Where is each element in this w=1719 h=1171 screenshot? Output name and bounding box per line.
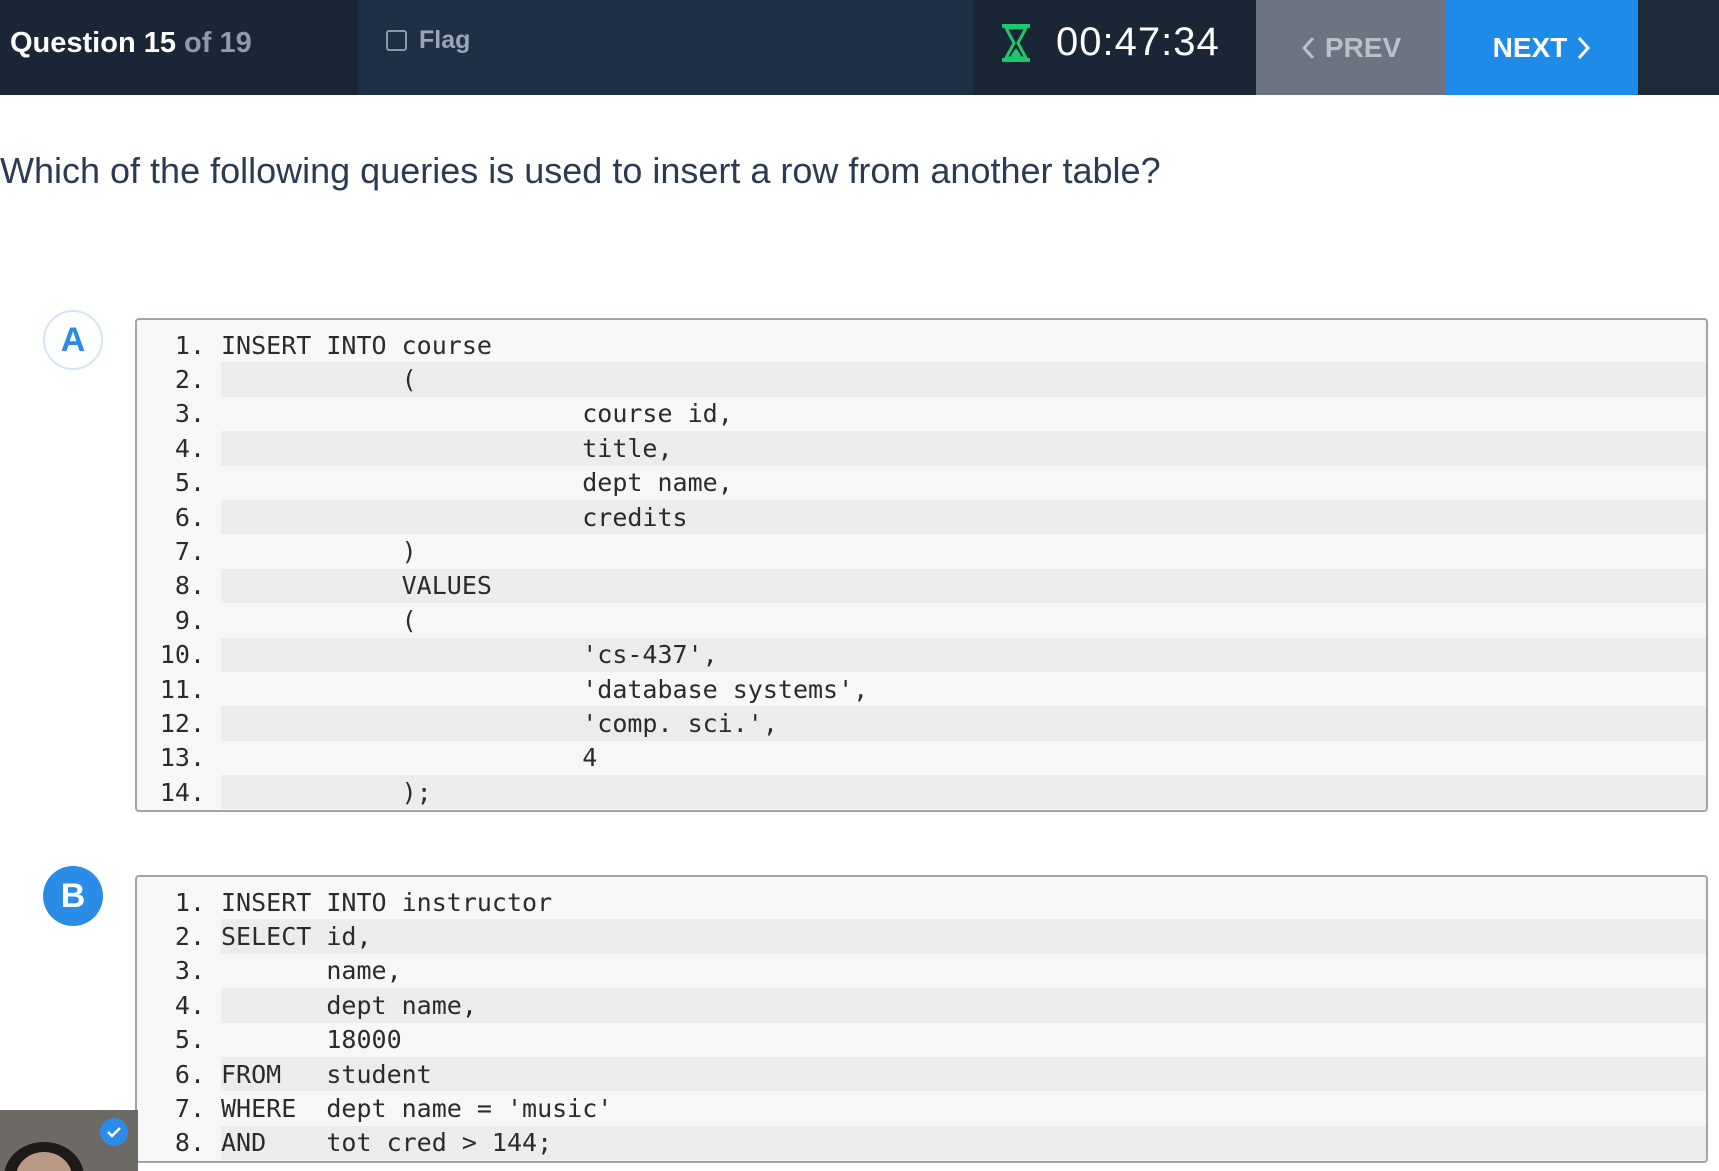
code-text: ); xyxy=(221,775,1706,810)
code-line: 4. dept name, xyxy=(137,988,1706,1023)
code-text: SELECT id, xyxy=(221,919,1706,954)
line-number: 8. xyxy=(174,1128,205,1158)
line-number: 6. xyxy=(174,1059,205,1089)
code-line: 11. 'database systems', xyxy=(137,672,1706,706)
prev-label: PREV xyxy=(1324,31,1402,63)
line-number: 5. xyxy=(174,468,205,498)
check-icon xyxy=(107,1127,121,1138)
code-line: 7. WHERE dept name = 'music' xyxy=(137,1091,1706,1125)
line-number: 7. xyxy=(174,537,205,567)
line-number: 1. xyxy=(174,330,205,360)
option-a-radio[interactable]: A xyxy=(43,310,103,370)
code-text: INSERT INTO instructor xyxy=(221,887,553,917)
line-number: 10. xyxy=(159,640,205,670)
code-line: 10. 'cs-437', xyxy=(137,637,1706,672)
line-number: 12. xyxy=(159,708,205,738)
flag-checkbox[interactable]: Flag xyxy=(386,26,470,55)
code-text: name, xyxy=(221,956,402,986)
question-counter: Question 15 of 19 xyxy=(10,27,252,60)
line-number: 3. xyxy=(174,956,205,986)
hourglass-icon xyxy=(1002,23,1030,62)
webcam-preview[interactable] xyxy=(0,1110,138,1171)
code-line: 13. 4 xyxy=(137,741,1706,775)
question-counter-current: Question 15 xyxy=(10,27,176,59)
code-line: 3. course id, xyxy=(137,397,1706,431)
code-text: title, xyxy=(221,431,1706,466)
code-line: 1. INSERT INTO course xyxy=(137,328,1706,362)
code-line: 9. ( xyxy=(137,603,1706,637)
line-number: 13. xyxy=(159,743,205,773)
code-text: course id, xyxy=(221,399,733,429)
prev-button[interactable]: PREV xyxy=(1256,0,1446,95)
code-text: dept name, xyxy=(221,468,733,498)
exam-timer: 00:47:34 xyxy=(1000,20,1220,65)
exam-header: Question 15 of 19 Flag 00:47:34 PREV NEX… xyxy=(0,0,1719,95)
code-text: VALUES xyxy=(221,568,1706,604)
code-text: ( xyxy=(221,605,417,635)
next-label: NEXT xyxy=(1492,31,1568,63)
chevron-left-icon xyxy=(1301,36,1314,59)
code-line: 4. title, xyxy=(137,431,1706,466)
code-text: WHERE dept name = 'music' xyxy=(221,1094,613,1124)
line-number: 2. xyxy=(174,922,205,952)
code-line: 2. SELECT id, xyxy=(137,919,1706,954)
option-b-code-block[interactable]: 1. INSERT INTO instructor 2. SELECT id, 3.… xyxy=(135,875,1708,1163)
line-number: 4. xyxy=(174,433,205,463)
line-number: 7. xyxy=(174,1094,205,1124)
code-text: 'comp. sci.', xyxy=(221,706,1706,741)
code-text: 'cs-437', xyxy=(221,637,1706,672)
code-text: ( xyxy=(221,362,1706,397)
code-text: 4 xyxy=(221,743,598,773)
code-line: 5. dept name, xyxy=(137,466,1706,500)
code-text: AND tot cred > 144; xyxy=(221,1125,1706,1161)
code-line: 6. FROM student xyxy=(137,1056,1706,1092)
line-number: 3. xyxy=(174,399,205,429)
option-a-letter: A xyxy=(60,320,86,359)
code-text: dept name, xyxy=(221,988,1706,1023)
timer-display: 00:47:34 xyxy=(1056,20,1220,64)
code-line: 8. VALUES xyxy=(137,568,1706,604)
line-number: 9. xyxy=(174,605,205,635)
line-number: 8. xyxy=(174,571,205,601)
webcam-check-badge-icon xyxy=(100,1118,128,1146)
code-line: 5. 18000 xyxy=(137,1023,1706,1057)
code-line: 3. name, xyxy=(137,954,1706,988)
line-number: 2. xyxy=(174,365,205,395)
code-text: 'database systems', xyxy=(221,674,869,704)
next-button[interactable]: NEXT xyxy=(1446,0,1638,95)
code-text: INSERT INTO course xyxy=(221,330,492,360)
line-number: 14. xyxy=(159,777,205,807)
code-line: 8. AND tot cred > 144; xyxy=(137,1125,1706,1161)
code-line: 2. ( xyxy=(137,362,1706,397)
code-line: 12. 'comp. sci.', xyxy=(137,706,1706,741)
option-b-letter: B xyxy=(60,876,86,915)
line-number: 11. xyxy=(159,674,205,704)
line-number: 6. xyxy=(174,502,205,532)
question-counter-total: of 19 xyxy=(176,27,252,59)
checkbox-icon[interactable] xyxy=(386,30,407,51)
code-line: 6. credits xyxy=(137,499,1706,535)
line-number: 1. xyxy=(174,887,205,917)
code-text: FROM student xyxy=(221,1056,1706,1092)
line-number: 4. xyxy=(174,990,205,1020)
chevron-right-icon xyxy=(1578,36,1591,59)
code-text: credits xyxy=(221,499,1706,535)
code-text: 18000 xyxy=(221,1025,402,1055)
option-a-code-block[interactable]: 1. INSERT INTO course 2. ( 3. course id, … xyxy=(135,318,1708,812)
flag-label: Flag xyxy=(419,26,471,54)
code-line: 7. ) xyxy=(137,534,1706,568)
code-text: ) xyxy=(221,537,417,567)
line-number: 5. xyxy=(174,1025,205,1055)
option-b-radio[interactable]: B xyxy=(43,866,103,926)
code-line: 1. INSERT INTO instructor xyxy=(137,885,1706,919)
code-line: 14. ); xyxy=(137,775,1706,810)
question-text: Which of the following queries is used t… xyxy=(0,150,1161,191)
